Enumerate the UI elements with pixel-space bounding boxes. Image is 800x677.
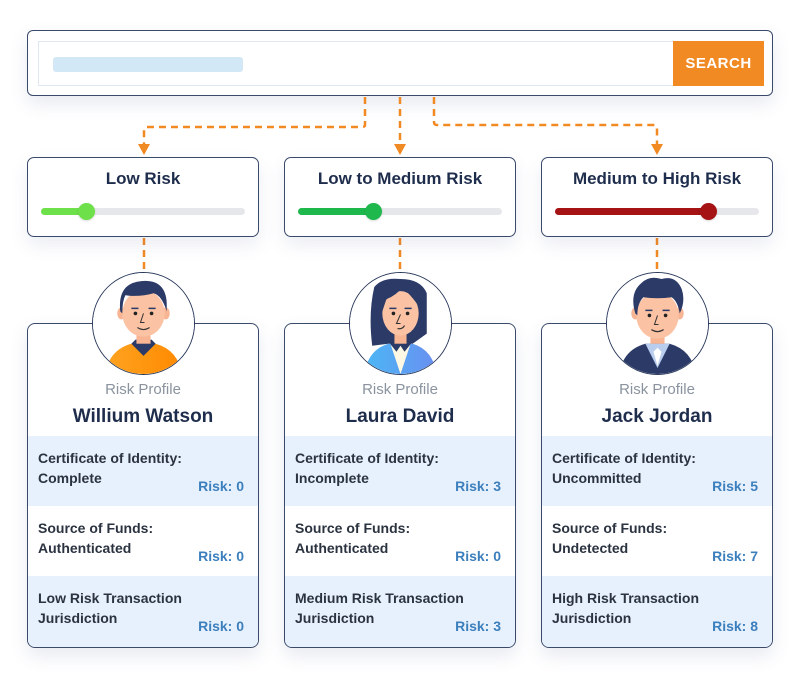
risk-score: Risk: 7 bbox=[712, 548, 758, 564]
risk-item-text: High Risk Transaction Jurisdiction bbox=[552, 590, 700, 626]
avatar bbox=[349, 272, 452, 375]
man-orange-shirt-avatar-icon bbox=[93, 273, 194, 374]
risk-item-text: Certificate of Identity: Uncommitted bbox=[552, 450, 696, 486]
search-placeholder-bar bbox=[53, 57, 243, 72]
risk-level-title: Low Risk bbox=[105, 169, 181, 188]
risk-level-medium-to-high: Medium to High Risk bbox=[541, 157, 773, 237]
risk-items-list: Certificate of Identity: Complete Risk: … bbox=[28, 436, 258, 647]
risk-profile-label: Risk Profile bbox=[105, 381, 181, 398]
risk-profile-label: Risk Profile bbox=[362, 381, 438, 398]
search-panel: SEARCH bbox=[27, 30, 773, 96]
profile-card-jack-jordan: Risk Profile Jack Jordan Certificate of … bbox=[541, 272, 773, 648]
woman-blue-vest-avatar-icon bbox=[350, 273, 451, 374]
risk-level-low: Low Risk bbox=[27, 157, 259, 237]
risk-level-title: Medium to High Risk bbox=[572, 169, 742, 188]
risk-items-list: Certificate of Identity: Incomplete Risk… bbox=[285, 436, 515, 647]
connector-to-medium-high-risk bbox=[432, 97, 659, 146]
profile-name: Willium Watson bbox=[72, 406, 214, 427]
risk-item-row: Medium Risk Transaction Jurisdiction Ris… bbox=[285, 576, 515, 647]
risk-item-text: Medium Risk Transaction Jurisdiction bbox=[295, 590, 464, 626]
risk-slider[interactable] bbox=[41, 203, 245, 220]
risk-slider-fill bbox=[298, 208, 374, 215]
risk-item-text: Low Risk Transaction Jurisdiction bbox=[38, 590, 182, 626]
profile-name: Jack Jordan bbox=[601, 406, 713, 427]
risk-score: Risk: 0 bbox=[198, 478, 244, 494]
risk-slider-thumb[interactable] bbox=[77, 203, 95, 220]
risk-level-low-to-medium: Low to Medium Risk bbox=[284, 157, 516, 237]
risk-item-row: Certificate of Identity: Incomplete Risk… bbox=[285, 436, 515, 506]
risk-item-text: Certificate of Identity: Incomplete bbox=[295, 450, 439, 486]
risk-item-row: Source of Funds: Authenticated Risk: 0 bbox=[285, 506, 515, 576]
risk-slider-fill bbox=[555, 208, 708, 215]
search-button[interactable]: SEARCH bbox=[673, 41, 764, 86]
risk-item-row: Source of Funds: Authenticated Risk: 0 bbox=[28, 506, 258, 576]
connector-to-low-risk bbox=[142, 97, 367, 146]
risk-slider[interactable] bbox=[298, 203, 502, 220]
risk-level-title: Low to Medium Risk bbox=[317, 169, 483, 188]
risk-slider-thumb[interactable] bbox=[365, 203, 383, 220]
avatar bbox=[92, 272, 195, 375]
risk-items-list: Certificate of Identity: Uncommitted Ris… bbox=[542, 436, 772, 647]
arrow-head-icon bbox=[394, 144, 406, 155]
risk-item-row: Certificate of Identity: Complete Risk: … bbox=[28, 436, 258, 506]
avatar bbox=[606, 272, 709, 375]
risk-item-text: Source of Funds: Undetected bbox=[552, 520, 668, 556]
risk-item-text: Certificate of Identity: Complete bbox=[38, 450, 182, 486]
search-input[interactable] bbox=[38, 41, 674, 86]
risk-item-row: High Risk Transaction Jurisdiction Risk:… bbox=[542, 576, 772, 647]
arrow-head-icon bbox=[138, 144, 150, 155]
risk-item-text: Source of Funds: Authenticated bbox=[38, 520, 154, 556]
risk-score: Risk: 5 bbox=[712, 478, 758, 494]
risk-item-row: Source of Funds: Undetected Risk: 7 bbox=[542, 506, 772, 576]
risk-score: Risk: 0 bbox=[198, 548, 244, 564]
profile-name: Laura David bbox=[345, 406, 455, 427]
risk-profile-label: Risk Profile bbox=[619, 381, 695, 398]
man-navy-suit-avatar-icon bbox=[607, 273, 708, 374]
risk-slider-thumb[interactable] bbox=[700, 203, 717, 220]
arrow-head-icon bbox=[651, 144, 663, 155]
risk-score: Risk: 0 bbox=[198, 618, 244, 634]
profile-card-willium-watson: Risk Profile Willium Watson Certificate … bbox=[27, 272, 259, 648]
risk-score: Risk: 3 bbox=[455, 478, 501, 494]
risk-item-row: Low Risk Transaction Jurisdiction Risk: … bbox=[28, 576, 258, 647]
risk-slider[interactable] bbox=[555, 203, 759, 220]
risk-score: Risk: 3 bbox=[455, 618, 501, 634]
risk-item-row: Certificate of Identity: Uncommitted Ris… bbox=[542, 436, 772, 506]
risk-score: Risk: 8 bbox=[712, 618, 758, 634]
risk-item-text: Source of Funds: Authenticated bbox=[295, 520, 411, 556]
risk-score: Risk: 0 bbox=[455, 548, 501, 564]
profile-card-laura-david: Risk Profile Laura David Certificate of … bbox=[284, 272, 516, 648]
